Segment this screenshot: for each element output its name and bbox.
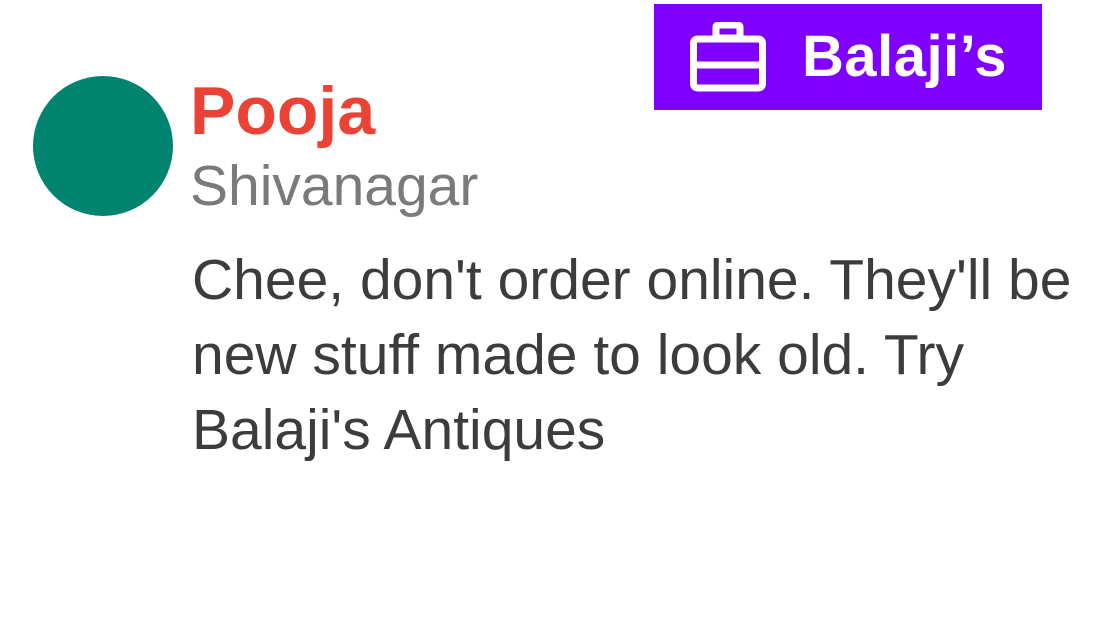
shopping-bag-icon: [690, 22, 766, 92]
comment-text: Chee, don't order online. They'll be new…: [192, 248, 1072, 462]
author-location: Shivanagar: [190, 154, 479, 218]
store-chip[interactable]: Balaji’s: [654, 4, 1042, 110]
store-name: Balaji’s: [802, 24, 1007, 89]
author-name[interactable]: Pooja: [190, 74, 375, 149]
avatar[interactable]: [33, 76, 173, 216]
